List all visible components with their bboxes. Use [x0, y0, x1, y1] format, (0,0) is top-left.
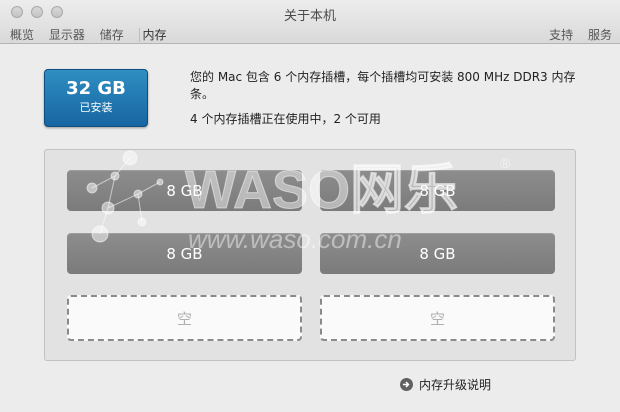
memory-pane: 32 GB 已安装 您的 Mac 包含 6 个内存插槽，每个插槽均可安装 800… — [0, 45, 620, 412]
arrow-right-circle-icon — [400, 378, 413, 391]
tab-memory[interactable]: 内存 — [138, 28, 167, 42]
memory-upgrade-link-label: 内存升级说明 — [419, 378, 492, 392]
memory-slots-panel: 8 GB 8 GB 8 GB 8 GB 空 空 — [44, 149, 576, 361]
memory-slot-6-empty: 空 — [320, 295, 555, 341]
right-tab-bar: 支持 服务 — [538, 26, 612, 43]
title-bar: 关于本机 概览 显示器 储存 内存 支持 服务 — [0, 0, 620, 44]
memory-slot-4: 8 GB — [320, 233, 555, 274]
memory-badge: 32 GB 已安装 — [44, 69, 148, 127]
tab-support[interactable]: 支持 — [549, 28, 573, 42]
memory-description: 您的 Mac 包含 6 个内存插槽，每个插槽均可安装 800 MHz DDR3 … — [190, 70, 576, 101]
window-title: 关于本机 — [283, 9, 336, 24]
tab-service[interactable]: 服务 — [588, 28, 612, 42]
tab-bar: 概览 显示器 储存 内存 — [10, 26, 178, 43]
memory-slot-5-empty: 空 — [67, 295, 302, 341]
memory-slot-3: 8 GB — [67, 233, 302, 274]
memory-installed-label: 已安装 — [79, 101, 113, 114]
about-this-mac-window: 关于本机 概览 显示器 储存 内存 支持 服务 32 GB 已安装 您的 Mac… — [0, 0, 620, 412]
memory-slot-1: 8 GB — [67, 170, 302, 211]
slot-usage-text: 4 个内存插槽正在使用中，2 个可用 — [190, 112, 381, 126]
memory-slot-2: 8 GB — [320, 170, 555, 211]
memory-upgrade-link[interactable]: 内存升级说明 — [400, 376, 491, 393]
tab-overview[interactable]: 概览 — [10, 28, 34, 42]
memory-total: 32 GB — [66, 78, 126, 99]
tab-displays[interactable]: 显示器 — [49, 28, 85, 42]
tab-storage[interactable]: 储存 — [100, 28, 124, 42]
